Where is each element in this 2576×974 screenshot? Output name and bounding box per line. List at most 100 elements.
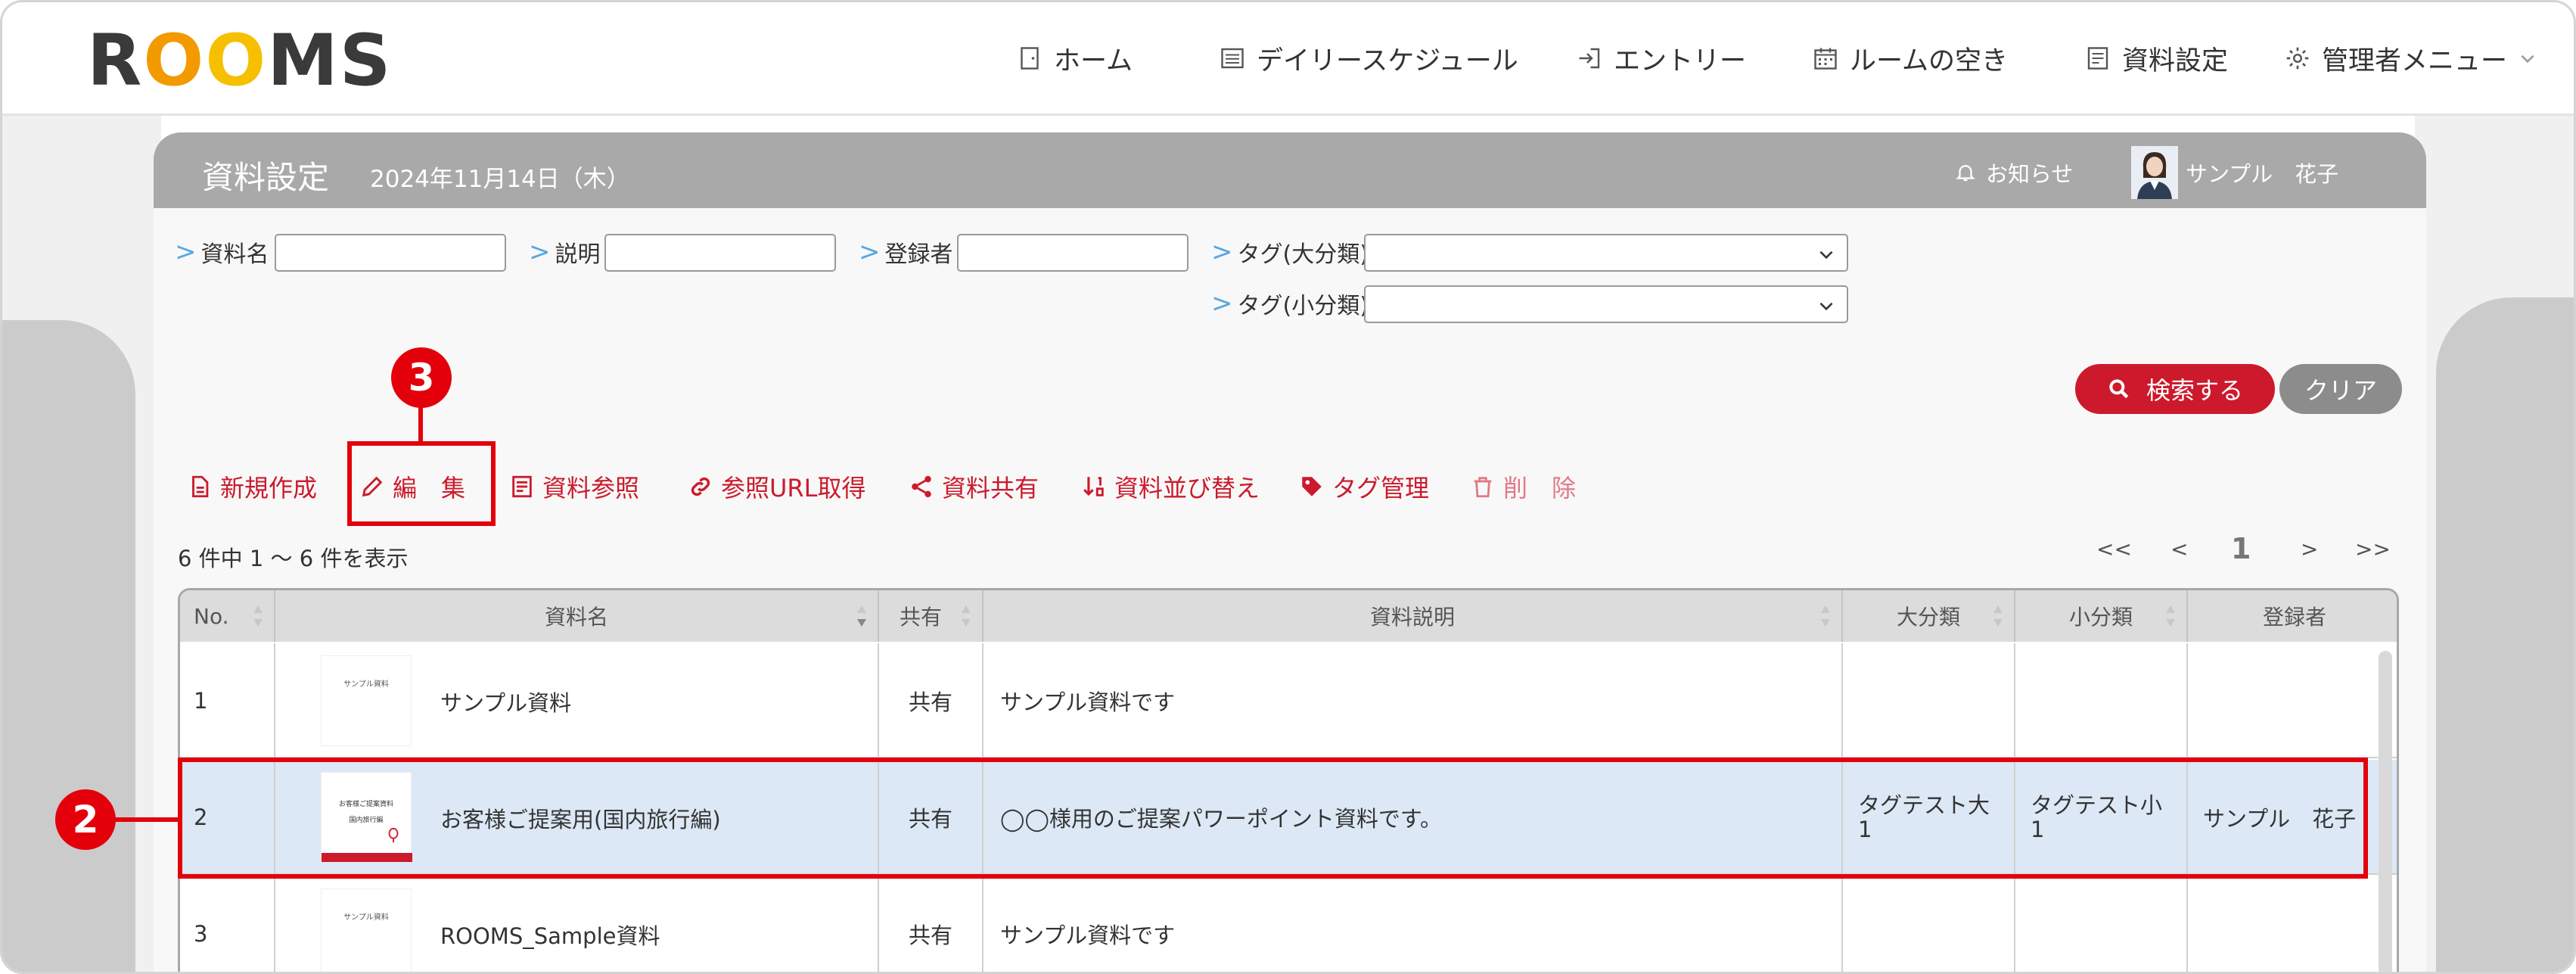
chevron-right-icon: > [529,237,551,267]
document-icon [2087,47,2108,70]
tag-major-select[interactable] [1364,234,1848,272]
chevron-right-icon: > [1211,237,1233,267]
doc-name-input[interactable] [275,234,506,272]
owner-input[interactable] [957,234,1189,272]
cell-doc-name: サンプル資料 ROOMS_Sample資料 [275,876,879,972]
trash-icon [1474,477,1492,498]
cell-doc-name: サンプル資料 サンプル資料 [275,643,879,758]
table-row[interactable]: 1 サンプル資料 サンプル資料 共有 サンプル資料です [180,643,2397,758]
cell-no: 3 [180,876,275,972]
top-navigation-bar: R O O MS ホーム デイリースケジュール エントリー ルームの空き 資料設… [2,2,2574,116]
chevron-right-icon: > [175,237,197,267]
cell-share: 共有 [879,643,983,758]
step-badge-2: 2 [55,789,116,850]
description-input[interactable] [604,234,836,272]
nav-daily-schedule[interactable]: デイリースケジュール [1219,36,1518,81]
user-menu[interactable]: サンプル 花子 [2131,146,2338,199]
cell-minor-tag [2015,876,2188,972]
page-title: 資料設定 [202,159,330,196]
calendar-icon [1814,48,1837,70]
delete-button[interactable]: 削 除 [1470,465,1576,508]
label-description: > 説明 [529,237,601,268]
document-thumbnail[interactable]: サンプル資料 [321,888,412,972]
cell-owner [2188,876,2397,972]
nav-room-availability[interactable]: ルームの空き [1812,36,2008,81]
chevron-right-icon: > [1211,288,1233,319]
bell-icon [1956,165,1975,182]
chevron-down-icon [1819,302,1833,311]
tag-management-button[interactable]: タグ管理 [1299,465,1429,508]
document-view-icon [512,475,532,498]
view-document-button[interactable]: 資料参照 [509,465,639,508]
table-scrollbar[interactable] [2379,651,2392,972]
new-document-icon [192,475,209,498]
panel-header: 資料設定 2024年11月14日（木） お知らせ サンプル 花子 [154,132,2426,208]
sort-arrows-icon [1821,605,1830,627]
sign-in-icon [1579,48,1600,69]
nav-entry[interactable]: エントリー [1576,36,1746,81]
sort-arrows-icon [253,605,263,627]
nav-admin-menu[interactable]: 管理者メニュー [2284,36,2537,81]
share-button[interactable]: 資料共有 [909,465,1039,508]
chevron-right-icon: > [859,237,881,267]
notice-link[interactable]: お知らせ [1954,157,2073,188]
column-header-major-tag[interactable]: 大分類 [1843,590,2015,642]
get-url-button[interactable]: 参照URL取得 [688,465,866,508]
label-owner: > 登録者 [859,237,953,268]
link-icon [691,477,710,496]
search-icon [2109,379,2129,399]
pager-first[interactable]: << [2096,537,2132,562]
callout-line-2 [108,817,178,822]
reorder-button[interactable]: 資料並び替え [1081,465,1260,508]
sort-arrows-icon [2166,605,2175,627]
tag-icon [1302,477,1322,496]
label-doc-name: > 資料名 [175,237,269,268]
document-thumbnail[interactable]: サンプル資料 [321,655,412,746]
left-decor-shape [2,320,135,972]
pager-prev[interactable]: < [2170,537,2188,562]
step-badge-3: 3 [391,347,452,408]
highlight-row-2 [178,758,2368,879]
nav-home[interactable]: ホーム [1016,36,1133,81]
label-tag-minor: > タグ(小分類) [1211,288,1369,319]
app-window: R O O MS ホーム デイリースケジュール エントリー ルームの空き 資料設… [0,0,2576,974]
right-background [2415,116,2574,972]
cell-description: サンプル資料です [983,876,1843,972]
highlight-edit-button [347,441,496,526]
clear-button[interactable]: クリア [2279,364,2402,414]
table-row[interactable]: 3 サンプル資料 ROOMS_Sample資料 共有 サンプル資料です [180,876,2397,972]
column-header-minor-tag[interactable]: 小分類 [2015,590,2188,642]
door-icon [1021,47,1039,70]
chevron-down-icon [1819,251,1833,260]
cell-major-tag [1843,876,2015,972]
tag-minor-select[interactable] [1364,285,1848,323]
sort-arrows-icon [1993,605,2003,627]
cell-minor-tag [2015,643,2188,758]
nav-document-settings[interactable]: 資料設定 [2084,36,2228,81]
column-header-description[interactable]: 資料説明 [983,590,1843,642]
user-photo-icon [2131,146,2178,199]
cell-description: サンプル資料です [983,643,1843,758]
pager-current: 1 [2231,532,2251,565]
list-icon [1221,48,1244,69]
cell-no: 1 [180,643,275,758]
chevron-down-icon [2521,54,2534,64]
sort-arrows-icon [857,605,866,627]
column-header-doc-name[interactable]: 資料名 [275,590,879,642]
pager-next[interactable]: > [2301,537,2318,562]
right-decor-shape [2436,297,2574,972]
new-button[interactable]: 新規作成 [187,465,317,508]
sort-icon [1083,477,1104,496]
pager-last[interactable]: >> [2355,537,2391,562]
cell-major-tag [1843,643,2015,758]
sort-arrows-icon [962,605,971,627]
cell-share: 共有 [879,876,983,972]
rooms-logo[interactable]: R O O MS [87,20,392,102]
result-count: 6 件中 1 〜 6 件を表示 [178,546,409,571]
column-header-share[interactable]: 共有 [879,590,983,642]
column-header-no[interactable]: No. [180,590,275,642]
search-button[interactable]: 検索する [2075,364,2275,414]
column-header-owner[interactable]: 登録者 [2188,590,2397,642]
label-tag-major: > タグ(大分類) [1211,237,1369,268]
current-date: 2024年11月14日（木） [370,166,630,193]
